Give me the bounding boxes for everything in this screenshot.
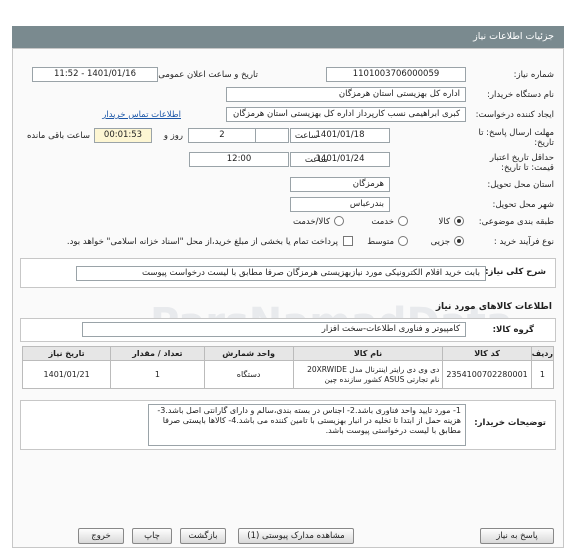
category-service-label: خدمت [371,217,394,227]
summary-label: شرح کلی نیاز: [485,267,546,277]
buyer-notes-label: توضیحات خریدار: [474,418,546,428]
category-goods-label: کالا [438,217,450,227]
col-name: نام کالا [292,346,444,361]
category-service-radio[interactable] [398,216,408,226]
process-label: نوع فرآیند خرید : [493,237,554,247]
announce-field: 1401/01/16 - 11:52 [32,67,158,82]
treasury-payment-checkbox[interactable] [343,236,353,246]
details-panel [12,48,564,548]
price-time-field: 12:00 [189,152,289,167]
process-medium-label: متوسط [367,237,394,247]
row-name: دی وی دی رایتر اینترنال مدل 20XRWIDE نام… [292,360,444,389]
city-label: شهر محل تحویل: [492,200,554,210]
days-field: 2 [188,128,256,143]
treasury-payment-note: پرداخت تمام یا بخشی از مبلغ خرید،از محل … [66,237,338,247]
row-code: 2354100702280001 [442,360,532,389]
remaining-time-field: 00:01:53 [94,128,152,143]
row-qty: 1 [110,360,205,389]
category-both-label: کالا/خدمت [293,217,330,227]
page-header: جزئیات اطلاعات نیاز [12,26,564,48]
process-medium-radio[interactable] [398,236,408,246]
exit-button[interactable]: خروج [78,528,124,544]
buyer-contact-link[interactable]: اطلاعات تماس خریدار [102,110,181,120]
row-index: 1 [530,360,555,389]
reply-time-label: ساعت [294,131,318,141]
col-index: ردیف [530,346,555,361]
days-label: روز و [163,131,183,141]
city-field: بندرعباس [290,197,390,212]
creator-label: ایجاد کننده درخواست: [475,110,554,120]
goods-table: ردیف کد کالا نام کالا واحد شمارش تعداد /… [21,346,555,389]
province-label: استان محل تحویل: [487,180,554,190]
table-row: 1 2354100702280001 دی وی دی رایتر اینترن… [21,360,555,389]
attachments-button[interactable]: مشاهده مدارک پیوستی (1) [238,528,354,544]
goods-group-label: گروه کالا: [492,325,534,335]
summary-field: بابت خرید اقلام الکترونیکی مورد نیازبهزی… [76,266,486,281]
buyer-notes-field: 1- مورد تایید واحد فناوری باشد.2- اجناس … [148,404,466,446]
remaining-label: ساعت باقی مانده [26,131,90,141]
category-label: طبقه بندی موضوعی: [478,217,554,227]
need-number-field: 1101003706000059 [326,67,466,82]
reply-button[interactable]: پاسخ به نیاز [480,528,554,544]
category-both-radio[interactable] [334,216,344,226]
reply-deadline-label: مهلت ارسال پاسخ: تا تاریخ: [478,128,554,148]
process-small-label: جزیی [430,237,450,247]
need-number-label: شماره نیاز: [513,70,554,80]
col-qty: تعداد / مقدار [110,346,205,361]
print-button[interactable]: چاپ [132,528,172,544]
goods-section-title: اطلاعات کالاهای مورد نیاز [435,302,552,312]
process-small-radio[interactable] [454,236,464,246]
back-button[interactable]: بازگشت [180,528,226,544]
row-date: 1401/01/21 [21,360,112,389]
price-validity-label: حداقل تاریخ اعتبار قیمت: تا تاریخ: [489,153,554,173]
goods-group-field: کامپیوتر و فناوری اطلاعات-سخت افزار [82,322,466,337]
buyer-org-field: اداره کل بهزیستی استان هرمزگان [226,87,466,102]
creator-field: کبری ابراهیمی نسب کارپرداز اداره کل بهزی… [226,107,466,122]
buyer-org-label: نام دستگاه خریدار: [487,90,554,100]
col-code: کد کالا [442,346,532,361]
province-field: هرمزگان [290,177,390,192]
announce-label: تاریخ و ساعت اعلان عمومی: [155,70,258,80]
col-date: تاریخ نیاز [21,346,112,361]
page-title: جزئیات اطلاعات نیاز [473,31,554,42]
goods-table-header: ردیف کد کالا نام کالا واحد شمارش تعداد /… [21,346,555,361]
col-unit: واحد شمارش [203,346,294,361]
price-time-label: ساعت [304,155,328,165]
category-goods-radio[interactable] [454,216,464,226]
row-unit: دستگاه [203,360,294,389]
